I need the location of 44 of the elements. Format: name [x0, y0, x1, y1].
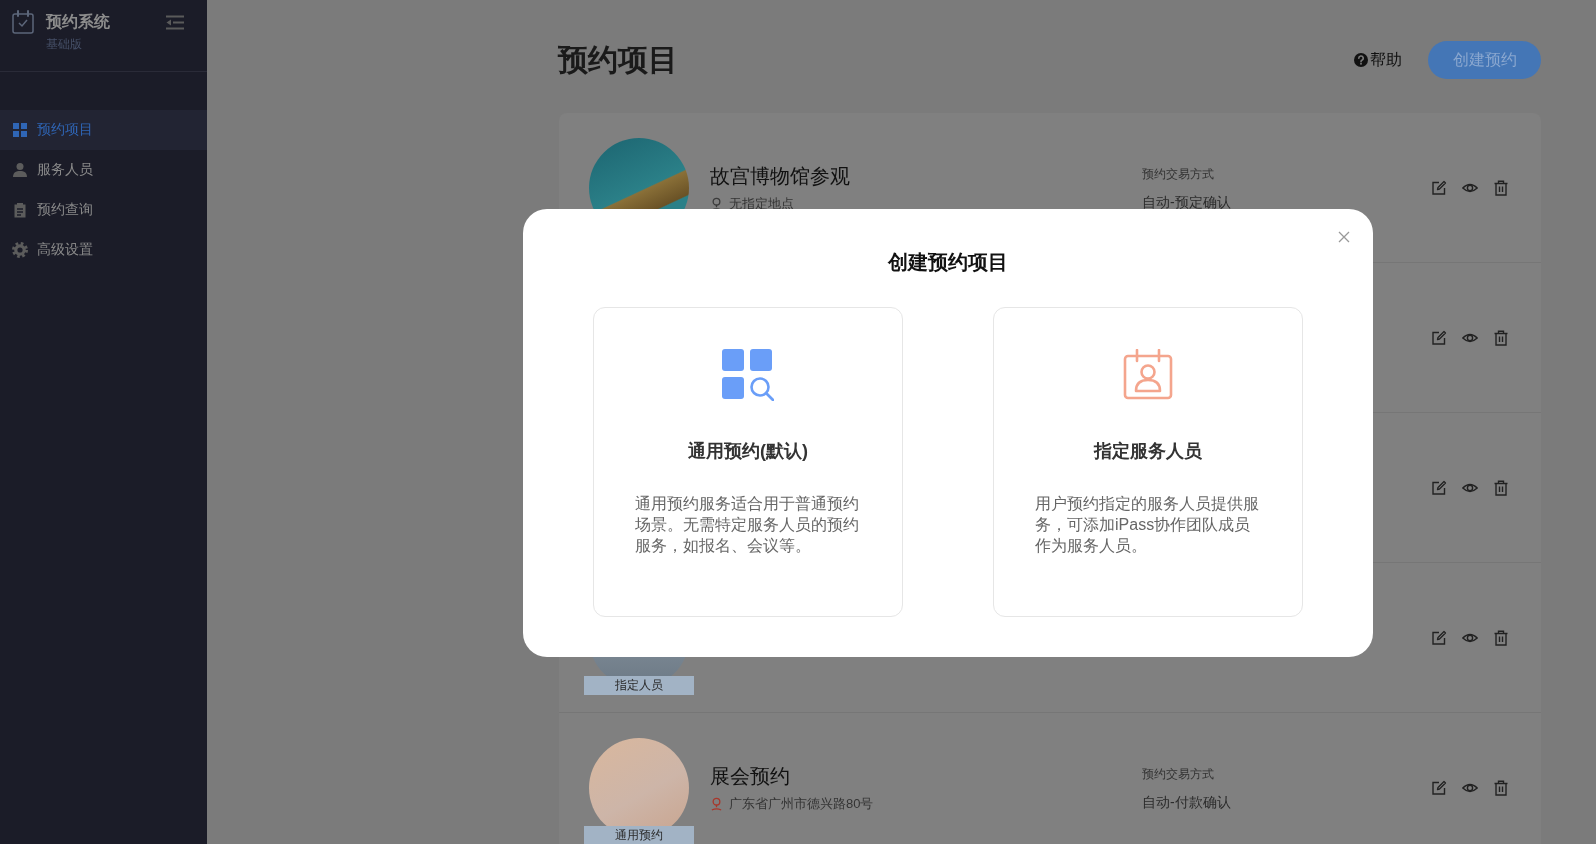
option-title: 通用预约(默认) [688, 440, 808, 463]
option-card[interactable]: 指定服务人员 用户预约指定的服务人员提供服务，可添加iPass协作团队成员作为服务人员。 [993, 307, 1303, 617]
app-name: 预约系统 [46, 12, 110, 32]
menu-item[interactable]: 预约查询 [0, 190, 207, 230]
trash-icon[interactable] [1493, 629, 1509, 646]
location-text: 广东省广州市德兴路80号 [729, 794, 874, 813]
type-tag: 指定人员 [584, 675, 694, 695]
calendar-check-icon [12, 10, 34, 34]
help-icon [1354, 53, 1368, 67]
option-title: 指定服务人员 [1094, 440, 1202, 463]
field-label: 预约交易方式 [1142, 765, 1215, 783]
option-card[interactable]: 通用预约(默认) 通用预约服务适合用于普通预约场景。无需特定服务人员的预约服务，如报名、会议等。 [593, 307, 903, 617]
trash-icon[interactable] [1493, 179, 1509, 196]
option-description: 用户预约指定的服务人员提供服务，可添加iPass协作团队成员作为服务人员。 [1035, 494, 1260, 556]
project-title: 展会预约 [710, 763, 791, 789]
trash-icon[interactable] [1493, 779, 1509, 796]
project-title: 故宫博物馆参观 [710, 163, 851, 189]
type-tag: 通用预约 [584, 825, 694, 844]
clipboard-icon [12, 202, 28, 218]
grid-search-icon [722, 349, 774, 401]
field-label: 预约交易方式 [1142, 165, 1215, 183]
dialog-title: 创建预约项目 [886, 250, 1009, 275]
person-icon [12, 162, 28, 178]
help-link[interactable]: 帮助 [1354, 49, 1402, 71]
menu-item[interactable]: 服务人员 [0, 150, 207, 190]
edit-icon[interactable] [1431, 329, 1447, 346]
menu-icon[interactable] [165, 15, 185, 30]
close-icon[interactable] [1338, 231, 1350, 243]
edit-icon[interactable] [1431, 779, 1447, 796]
menu-item[interactable]: 预约项目 [0, 110, 207, 150]
field-value: 自动-预定确认 [1142, 192, 1232, 212]
field-value: 自动-付款确认 [1142, 792, 1232, 812]
edit-icon[interactable] [1431, 179, 1447, 196]
grid-icon [12, 122, 28, 138]
page-title: 预约项目 [558, 42, 678, 78]
edit-icon[interactable] [1431, 479, 1447, 496]
trash-icon[interactable] [1493, 479, 1509, 496]
trash-icon[interactable] [1493, 329, 1509, 346]
gear-icon [12, 242, 28, 258]
edition-label: 基础版 [46, 36, 83, 52]
option-description: 通用预约服务适合用于普通预约场景。无需特定服务人员的预约服务，如报名、会议等。 [635, 494, 860, 556]
calendar-person-icon [1122, 349, 1174, 401]
menu-item[interactable]: 高级设置 [0, 230, 207, 270]
edit-icon[interactable] [1431, 629, 1447, 646]
